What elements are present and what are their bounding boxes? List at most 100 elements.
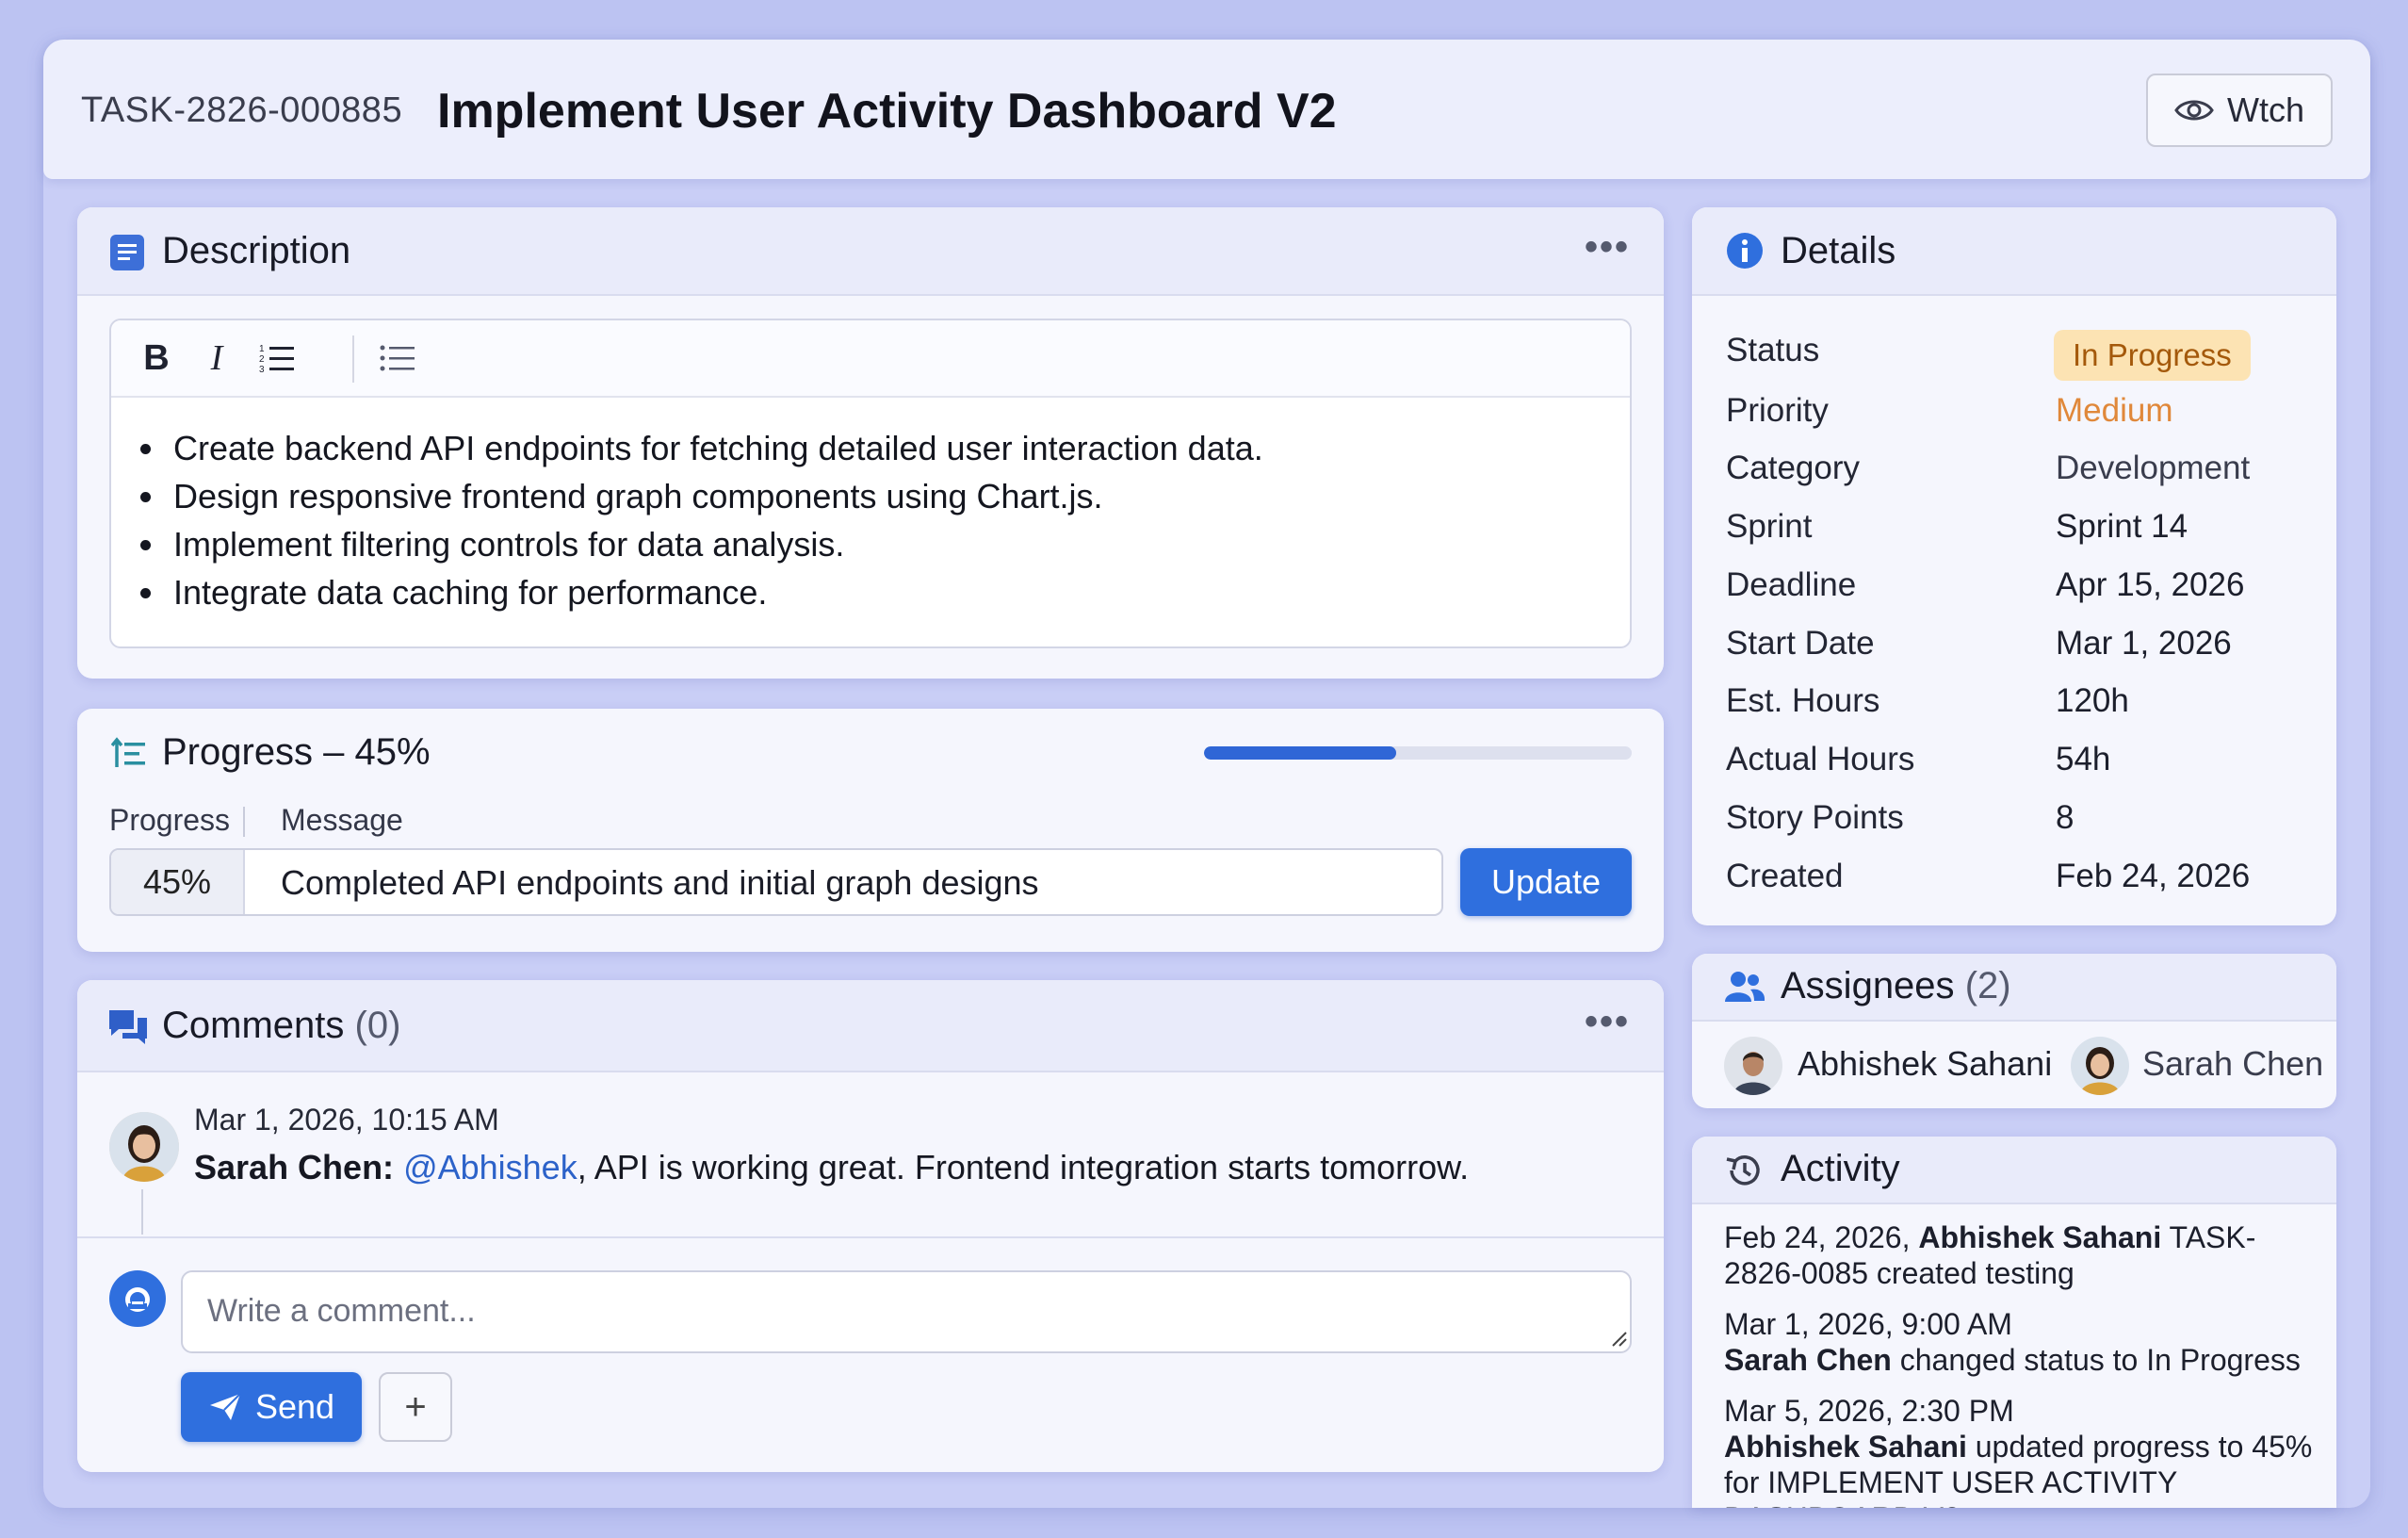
progress-percent-field[interactable]: 45%	[111, 850, 245, 914]
progress-bar-fill	[1204, 746, 1397, 760]
detail-label: Category	[1726, 450, 1861, 486]
assignees-header: Assignees (2)	[1692, 954, 2336, 1022]
progress-label: Progress	[109, 803, 231, 837]
detail-label: Created	[1726, 858, 1844, 894]
assignees-count: (2)	[1964, 965, 2011, 1006]
activity-entry: Mar 5, 2026, 2:30 PM Abhishek Sahani upd…	[1724, 1393, 2327, 1508]
label-divider	[243, 807, 245, 837]
priority-value: Medium	[2056, 392, 2173, 429]
bullet-list-icon[interactable]	[373, 334, 422, 383]
activity-time: Mar 5, 2026, 2:30 PM	[1724, 1394, 2014, 1428]
comment-text: Sarah Chen: @Abhishek, API is working gr…	[194, 1148, 1469, 1187]
created-value: Feb 24, 2026	[2056, 858, 2251, 894]
watch-button[interactable]: Wtch	[2146, 74, 2333, 147]
send-icon	[209, 1393, 241, 1420]
avatar[interactable]	[2071, 1037, 2129, 1095]
start-date-value: Mar 1, 2026	[2056, 625, 2232, 662]
list-item: Create backend API endpoints for fetchin…	[168, 424, 1263, 472]
assignees-title: Assignees (2)	[1781, 965, 2011, 1007]
progress-bar	[1204, 746, 1632, 760]
detail-label: Actual Hours	[1726, 741, 1915, 777]
comment-input[interactable]: Write a comment...	[181, 1270, 1632, 1353]
activity-title: Activity	[1781, 1148, 1900, 1189]
thread-line	[141, 1189, 143, 1235]
comments-header: Comments (0) •••	[77, 980, 1664, 1072]
watch-label: Wtch	[2226, 90, 2304, 129]
activity-actor: Abhishek Sahani	[1724, 1430, 1967, 1464]
comment-body: , API is working great. Frontend integra…	[577, 1148, 1470, 1186]
detail-label: Story Points	[1726, 799, 1904, 836]
avatar	[109, 1112, 179, 1182]
toolbar-divider	[352, 335, 354, 383]
activity-entry: Feb 24, 2026, Abhishek Sahani TASK-2826-…	[1724, 1219, 2327, 1291]
eye-icon	[2174, 100, 2214, 121]
activity-text: changed status to In Progress	[1899, 1343, 2301, 1377]
description-card: Description ••• B I 123 Create backend A…	[77, 207, 1664, 679]
document-icon	[110, 235, 144, 270]
add-attachment-button[interactable]: +	[379, 1372, 452, 1442]
description-editor[interactable]: B I 123 Create backend API endpoints for…	[109, 319, 1632, 648]
detail-label: Est. Hours	[1726, 682, 1880, 719]
more-options-icon[interactable]: •••	[1585, 226, 1630, 269]
comment-author: Sarah Chen:	[194, 1148, 395, 1186]
comments-icon	[109, 1010, 147, 1044]
activity-entry: Mar 1, 2026, 9:00 AM Sarah Chen changed …	[1724, 1306, 2327, 1378]
task-id: TASK-2826-000885	[81, 90, 403, 130]
mention-link[interactable]: @Abhishek	[403, 1148, 578, 1186]
send-button[interactable]: Send	[181, 1372, 362, 1442]
status-badge: In Progress	[2054, 330, 2251, 381]
comments-title-text: Comments	[162, 1005, 345, 1046]
list-item: Design responsive frontend graph compone…	[168, 472, 1263, 520]
actual-hours-value: 54h	[2056, 741, 2111, 777]
sprint-value: Sprint 14	[2056, 508, 2188, 545]
details-header: Details	[1692, 207, 2336, 296]
list-item: Implement filtering controls for data an…	[168, 520, 1263, 568]
more-options-icon[interactable]: •••	[1585, 1001, 1630, 1043]
info-icon	[1727, 233, 1763, 269]
svg-text:1: 1	[259, 344, 265, 354]
description-list: Create backend API endpoints for fetchin…	[168, 424, 1263, 616]
progress-message-field[interactable]: Completed API endpoints and initial grap…	[281, 863, 1039, 903]
activity-card: Activity Feb 24, 2026, Abhishek Sahani T…	[1692, 1137, 2336, 1508]
editor-toolbar: B I 123	[111, 320, 1630, 398]
current-user-avatar	[109, 1270, 166, 1327]
progress-icon	[111, 737, 145, 767]
italic-icon[interactable]: I	[192, 334, 241, 383]
assignee-name[interactable]: Abhishek Sahani	[1798, 1044, 2052, 1084]
bold-icon[interactable]: B	[132, 334, 181, 383]
users-icon	[1725, 972, 1765, 1002]
ordered-list-icon[interactable]: 123	[252, 334, 301, 383]
assignee-name[interactable]: Sarah Chen	[2142, 1044, 2323, 1084]
detail-label: Deadline	[1726, 566, 1857, 603]
detail-label: Sprint	[1726, 508, 1813, 545]
send-label: Send	[254, 1387, 335, 1426]
assignees-card: Assignees (2) Abhishek Sahani Sarah Chen	[1692, 954, 2336, 1108]
comments-count: (0)	[354, 1005, 401, 1046]
progress-card: Progress – 45% Progress Message 45% Comp…	[77, 709, 1664, 952]
update-button[interactable]: Update	[1460, 848, 1632, 916]
page-title: Implement User Activity Dashboard V2	[437, 84, 1337, 139]
avatar[interactable]	[1724, 1037, 1782, 1095]
comments-title: Comments (0)	[162, 1005, 400, 1047]
progress-title: Progress – 45%	[162, 731, 431, 773]
deadline-value: Apr 15, 2026	[2056, 566, 2245, 603]
comments-card: Comments (0) ••• Mar 1, 2026, 10:15 AM S…	[77, 980, 1664, 1472]
description-title: Description	[162, 230, 351, 271]
resize-handle-icon[interactable]	[1609, 1329, 1628, 1348]
detail-label: Status	[1726, 332, 1820, 368]
activity-time: Feb 24, 2026,	[1724, 1220, 1911, 1254]
activity-header: Activity	[1692, 1137, 2336, 1204]
activity-time: Mar 1, 2026, 9:00 AM	[1724, 1307, 2012, 1341]
activity-actor: Sarah Chen	[1724, 1343, 1892, 1377]
detail-label: Start Date	[1726, 625, 1875, 662]
activity-actor: Abhishek Sahani	[1918, 1220, 2162, 1254]
message-label: Message	[281, 803, 403, 837]
story-points-value: 8	[2056, 799, 2074, 836]
list-item: Integrate data caching for performance.	[168, 568, 1263, 616]
details-title: Details	[1781, 230, 1896, 271]
detail-label: Priority	[1726, 392, 1829, 429]
svg-text:3: 3	[259, 365, 265, 374]
details-card: Details Status In Progress Priority Medi…	[1692, 207, 2336, 925]
task-header: TASK-2826-000885 Implement User Activity…	[43, 40, 2370, 179]
description-header: Description •••	[77, 207, 1664, 296]
